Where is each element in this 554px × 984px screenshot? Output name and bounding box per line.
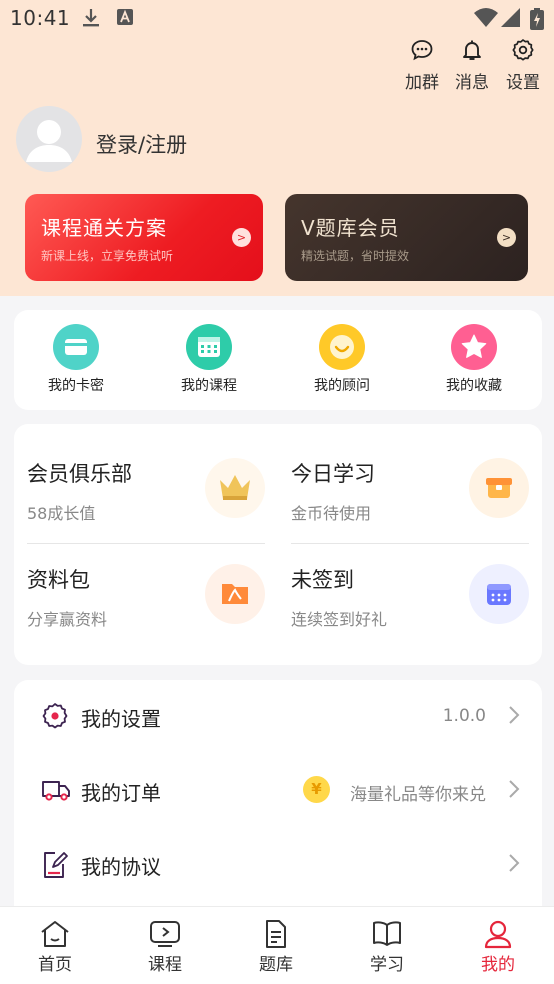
- my-orders-row[interactable]: 我的订单 ¥ 海量礼品等你来兑: [14, 754, 542, 826]
- my-agreement-row[interactable]: 我的协议: [14, 828, 542, 900]
- my-orders-label: 我的订单: [81, 781, 161, 805]
- tab-mine-label: 我的: [481, 955, 515, 975]
- wifi-icon: [474, 8, 498, 32]
- course-plan-title: 课程通关方案: [41, 216, 167, 240]
- today-study-item[interactable]: 今日学习 金币待使用: [291, 458, 529, 524]
- chevron-right-icon: [508, 705, 520, 729]
- book-icon: [357, 919, 417, 949]
- bell-icon: [450, 38, 494, 62]
- sign-in-calendar-icon: [469, 564, 529, 624]
- play-icon: [135, 919, 195, 949]
- status-time: 10:41: [10, 6, 71, 30]
- my-agreement-label: 我的协议: [81, 855, 161, 879]
- sign-in-item[interactable]: 未签到 连续签到好礼: [291, 564, 529, 630]
- edit-document-icon: [41, 850, 69, 884]
- chevron-right-icon: [508, 853, 520, 877]
- status-bar: 10:41: [0, 0, 554, 36]
- tab-home-label: 首页: [38, 955, 72, 975]
- vip-question-bank-banner[interactable]: V题库会员 精选试题，省时提效 >: [285, 194, 528, 281]
- gear-icon: [501, 38, 545, 62]
- bottom-tab-bar: 首页 课程 题库 学习 我的: [0, 906, 554, 984]
- gift-box-icon: [469, 458, 529, 518]
- course-plan-subtitle: 新课上线，立享免费试听: [41, 249, 174, 263]
- tab-mine[interactable]: 我的: [468, 919, 528, 975]
- my-card-key-link[interactable]: 我的卡密: [26, 324, 126, 395]
- settings-gear-icon: [41, 702, 69, 734]
- default-user-icon: [26, 120, 72, 162]
- vip-subtitle: 精选试题，省时提效: [301, 249, 410, 263]
- user-icon: [468, 919, 528, 949]
- settings-label: 设置: [506, 73, 540, 93]
- my-settings-label: 我的设置: [81, 707, 161, 731]
- avatar[interactable]: [16, 106, 82, 172]
- tab-study-label: 学习: [370, 955, 404, 975]
- calendar-icon: [186, 324, 232, 370]
- tab-home[interactable]: 首页: [25, 919, 85, 975]
- tab-question-bank-label: 题库: [259, 955, 293, 975]
- messages-label: 消息: [455, 73, 489, 93]
- pdf-folder-icon: [205, 564, 265, 624]
- my-courses-label: 我的课程: [181, 378, 237, 394]
- my-settings-row[interactable]: 我的设置 1.0.0: [14, 680, 542, 752]
- battery-icon: [530, 8, 544, 34]
- data-pack-item[interactable]: 资料包 分享赢资料: [27, 564, 265, 630]
- tab-courses[interactable]: 课程: [135, 919, 195, 975]
- tab-courses-label: 课程: [148, 955, 182, 975]
- crown-icon: [205, 458, 265, 518]
- truck-icon: [41, 776, 71, 808]
- font-badge-icon: [117, 8, 133, 30]
- settings-button[interactable]: 设置: [501, 38, 545, 93]
- messages-button[interactable]: 消息: [450, 38, 494, 93]
- course-plan-banner[interactable]: 课程通关方案 新课上线，立享免费试听 >: [25, 194, 263, 281]
- my-favorites-label: 我的收藏: [446, 378, 502, 394]
- member-club-item[interactable]: 会员俱乐部 58成长值: [27, 458, 265, 524]
- question-bank-icon: [246, 919, 306, 949]
- coin-icon: ¥: [303, 776, 330, 803]
- star-icon: [451, 324, 497, 370]
- gift-promo-text: 海量礼品等你来兑: [350, 785, 486, 805]
- join-group-label: 加群: [405, 73, 439, 93]
- divider: [291, 543, 529, 544]
- login-register-link[interactable]: 登录/注册: [96, 129, 187, 159]
- divider: [27, 543, 265, 544]
- version-value: 1.0.0: [442, 706, 486, 726]
- quick-links-card: 我的卡密 我的课程 我的顾问 我的收藏: [14, 310, 542, 410]
- arrow-right-icon: >: [232, 228, 251, 247]
- tab-study[interactable]: 学习: [357, 919, 417, 975]
- arrow-right-icon: >: [497, 228, 516, 247]
- join-group-button[interactable]: 加群: [400, 38, 444, 93]
- signal-icon: [501, 8, 521, 32]
- my-advisor-link[interactable]: 我的顾问: [292, 324, 392, 395]
- chevron-right-icon: [508, 779, 520, 803]
- my-card-key-label: 我的卡密: [48, 378, 104, 394]
- tab-question-bank[interactable]: 题库: [246, 919, 306, 975]
- my-courses-link[interactable]: 我的课程: [159, 324, 259, 395]
- member-club-card: 会员俱乐部 58成长值 今日学习 金币待使用 资料包 分享赢资料 未签到 连续签…: [14, 424, 542, 665]
- settings-menu-card: 我的设置 1.0.0 我的订单 ¥ 海量礼品等你来兑 我的协议: [14, 680, 542, 920]
- my-favorites-link[interactable]: 我的收藏: [424, 324, 524, 395]
- home-icon: [25, 919, 85, 949]
- vip-title: V题库会员: [301, 216, 400, 240]
- advisor-icon: [319, 324, 365, 370]
- card-icon: [53, 324, 99, 370]
- my-advisor-label: 我的顾问: [314, 378, 370, 394]
- download-icon: [82, 8, 100, 32]
- chat-bubble-icon: [400, 38, 444, 62]
